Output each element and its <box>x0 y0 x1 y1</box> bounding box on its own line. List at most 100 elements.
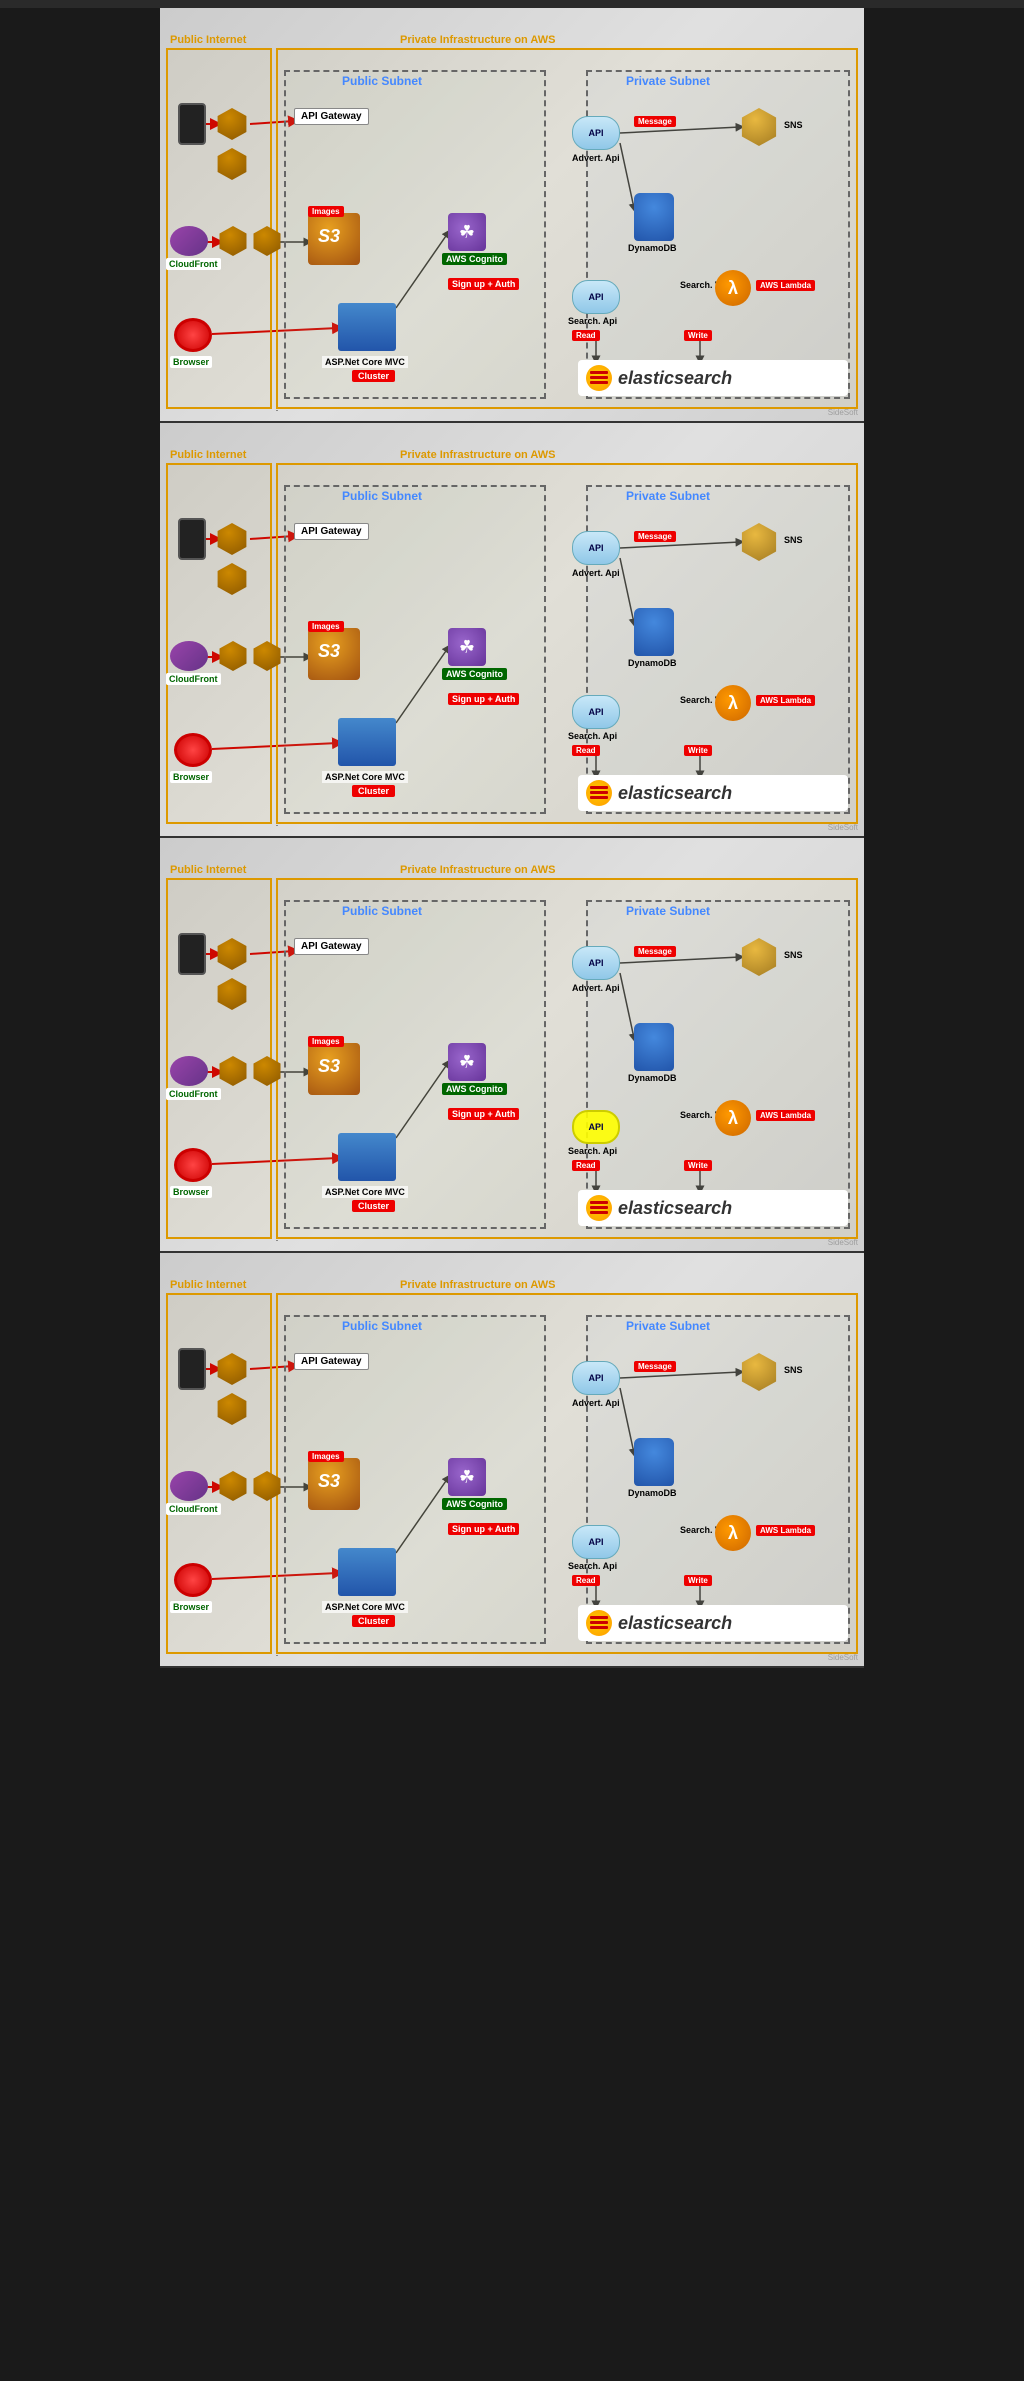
images-badge: Images <box>308 621 344 632</box>
cloudfront-label: CloudFront <box>166 1503 221 1515</box>
diagram-frame-3: Public InternetPrivate Infrastructure on… <box>160 838 864 1253</box>
lambda-icon: λ <box>715 685 751 721</box>
write-badge: Write <box>684 745 712 756</box>
api-gateway-label: API Gateway <box>294 108 369 125</box>
message-badge: Message <box>634 1361 676 1372</box>
images-badge: Images <box>308 1451 344 1462</box>
cloudfront-label: CloudFront <box>166 258 221 270</box>
cluster-label: Cluster <box>352 785 395 797</box>
cognito-icon: ☘ <box>448 628 486 666</box>
private-subnet-label: Private Subnet <box>626 489 710 503</box>
message-badge: Message <box>634 116 676 127</box>
elasticsearch-bar: elasticsearch <box>578 775 848 811</box>
sign-up-auth-badge: Sign up + Auth <box>448 278 519 290</box>
dynamodb-label: DynamoDB <box>628 1488 677 1498</box>
sns-label: SNS <box>784 950 803 960</box>
public-subnet-label: Public Subnet <box>342 489 422 503</box>
private-infra-label: Private Infrastructure on AWS <box>400 449 555 461</box>
search-api-cloud: API <box>572 280 620 314</box>
asp-label: ASP.Net Core MVC <box>322 1601 408 1613</box>
diagram-frame-1: Public Internet Private Infrastructure on… <box>160 8 864 423</box>
private-subnet-region <box>586 70 850 399</box>
dynamodb-icon <box>634 1023 674 1071</box>
aws-lambda-badge: AWS Lambda <box>756 1525 815 1536</box>
search-api-label: Search. Api <box>568 1561 617 1571</box>
dynamodb-label: DynamoDB <box>628 658 677 668</box>
file-info <box>0 0 1024 8</box>
aws-cognito-label: AWS Cognito <box>442 1498 507 1510</box>
search-api-label: Search. Api <box>568 731 617 741</box>
public-internet-label: Public Internet <box>170 34 246 46</box>
browser-icon <box>174 733 212 767</box>
cloudfront-label: CloudFront <box>166 673 221 685</box>
cognito-icon: ☘ <box>448 1458 486 1496</box>
mvc-cluster-icon <box>338 718 396 766</box>
advert-api-label: Advert. Api <box>572 153 620 163</box>
mvc-cluster-icon <box>338 303 396 351</box>
browser-label: Browser <box>170 356 212 368</box>
public-internet-label: Public Internet <box>170 449 246 461</box>
aws-lambda-badge: AWS Lambda <box>756 1110 815 1121</box>
sns-label: SNS <box>784 535 803 545</box>
private-infra-label: Private Infrastructure on AWS <box>400 34 555 46</box>
images-badge: Images <box>308 206 344 217</box>
aws-cognito-label: AWS Cognito <box>442 668 507 680</box>
search-api-cloud: API <box>572 1110 620 1144</box>
browser-label: Browser <box>170 771 212 783</box>
write-badge: Write <box>684 1160 712 1171</box>
cloudfront-icon <box>170 641 208 671</box>
phone-icon <box>178 933 206 975</box>
read-badge: Read <box>572 745 600 756</box>
private-subnet-label: Private Subnet <box>626 1319 710 1333</box>
private-subnet-region <box>586 1315 850 1644</box>
aws-lambda-badge: AWS Lambda <box>756 695 815 706</box>
search-api-cloud: API <box>572 695 620 729</box>
elasticsearch-bar: elasticsearch <box>578 1605 848 1641</box>
cloudfront-label: CloudFront <box>166 1088 221 1100</box>
aws-cognito-label: AWS Cognito <box>442 253 507 265</box>
sns-label: SNS <box>784 1365 803 1375</box>
cloudfront-icon <box>170 1056 208 1086</box>
public-internet-label: Public Internet <box>170 1279 246 1291</box>
s3-text: S3 <box>318 641 340 662</box>
api-gateway-label: API Gateway <box>294 1353 369 1370</box>
aws-lambda-badge: AWS Lambda <box>756 280 815 291</box>
advert-api-cloud: API <box>572 1361 620 1395</box>
browser-icon <box>174 1563 212 1597</box>
private-subnet-region <box>586 485 850 814</box>
diagram-frame-4: Public Internet Private Infrastructure on… <box>160 1253 864 1668</box>
phone-icon <box>178 103 206 145</box>
sign-up-auth-badge: Sign up + Auth <box>448 1108 519 1120</box>
cluster-label: Cluster <box>352 1200 395 1212</box>
write-badge: Write <box>684 1575 712 1586</box>
api-gateway-label: API Gateway <box>294 938 369 955</box>
advert-api-label: Advert. Api <box>572 983 620 993</box>
elasticsearch-bar: elasticsearch <box>578 360 848 396</box>
watermark: SideSoft <box>828 1653 858 1662</box>
cognito-icon: ☘ <box>448 1043 486 1081</box>
private-subnet-region <box>586 900 850 1229</box>
public-subnet-label: Public Subnet <box>342 74 422 88</box>
private-infra-label: Private Infrastructure on AWS <box>400 864 555 876</box>
frames-container: Public Internet Private Infrastructure on… <box>0 8 1024 1668</box>
browser-label: Browser <box>170 1186 212 1198</box>
advert-api-label: Advert. Api <box>572 568 620 578</box>
advert-api-cloud: API <box>572 531 620 565</box>
phone-icon <box>178 518 206 560</box>
read-badge: Read <box>572 1160 600 1171</box>
s3-text: S3 <box>318 1056 340 1077</box>
read-badge: Read <box>572 330 600 341</box>
private-infra-label: Private Infrastructure on AWS <box>400 1279 555 1291</box>
images-badge: Images <box>308 1036 344 1047</box>
watermark: SideSoft <box>828 1238 858 1247</box>
read-badge: Read <box>572 1575 600 1586</box>
private-subnet-label: Private Subnet <box>626 74 710 88</box>
message-badge: Message <box>634 946 676 957</box>
sign-up-auth-badge: Sign up + Auth <box>448 693 519 705</box>
cluster-label: Cluster <box>352 370 395 382</box>
watermark: SideSoft <box>828 823 858 832</box>
watermark: SideSoft <box>828 408 858 417</box>
asp-label: ASP.Net Core MVC <box>322 356 408 368</box>
asp-label: ASP.Net Core MVC <box>322 771 408 783</box>
aws-cognito-label: AWS Cognito <box>442 1083 507 1095</box>
